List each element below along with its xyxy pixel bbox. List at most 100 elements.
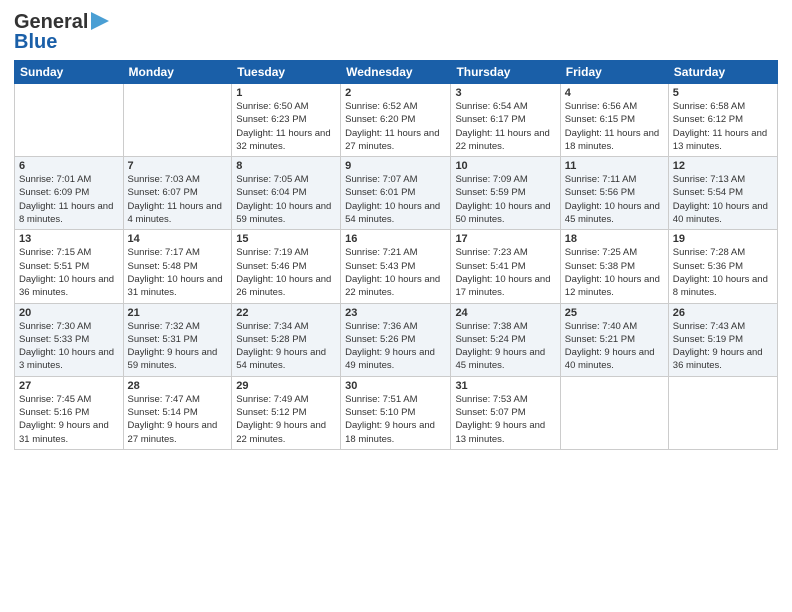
- day-info: Sunrise: 6:54 AMSunset: 6:17 PMDaylight:…: [455, 100, 555, 153]
- calendar-week-5: 27Sunrise: 7:45 AMSunset: 5:16 PMDayligh…: [15, 376, 778, 449]
- day-number: 18: [565, 233, 664, 245]
- calendar-week-1: 1Sunrise: 6:50 AMSunset: 6:23 PMDaylight…: [15, 84, 778, 157]
- calendar-cell: 25Sunrise: 7:40 AMSunset: 5:21 PMDayligh…: [560, 303, 668, 376]
- calendar-cell: [123, 84, 232, 157]
- day-info: Sunrise: 7:38 AMSunset: 5:24 PMDaylight:…: [455, 320, 555, 373]
- calendar: SundayMondayTuesdayWednesdayThursdayFrid…: [14, 60, 778, 450]
- calendar-cell: 10Sunrise: 7:09 AMSunset: 5:59 PMDayligh…: [451, 157, 560, 230]
- day-info: Sunrise: 7:34 AMSunset: 5:28 PMDaylight:…: [236, 320, 336, 373]
- logo-text: General Blue: [14, 10, 109, 54]
- day-info: Sunrise: 7:32 AMSunset: 5:31 PMDaylight:…: [128, 320, 228, 373]
- calendar-cell: 28Sunrise: 7:47 AMSunset: 5:14 PMDayligh…: [123, 376, 232, 449]
- logo: General Blue: [14, 10, 109, 54]
- day-info: Sunrise: 7:09 AMSunset: 5:59 PMDaylight:…: [455, 173, 555, 226]
- calendar-cell: 12Sunrise: 7:13 AMSunset: 5:54 PMDayligh…: [668, 157, 777, 230]
- weekday-header-monday: Monday: [123, 61, 232, 84]
- page: General Blue SundayMondayTuesdayWednesda…: [0, 0, 792, 612]
- day-info: Sunrise: 7:51 AMSunset: 5:10 PMDaylight:…: [345, 393, 446, 446]
- day-info: Sunrise: 7:45 AMSunset: 5:16 PMDaylight:…: [19, 393, 119, 446]
- calendar-cell: 18Sunrise: 7:25 AMSunset: 5:38 PMDayligh…: [560, 230, 668, 303]
- day-info: Sunrise: 7:05 AMSunset: 6:04 PMDaylight:…: [236, 173, 336, 226]
- day-info: Sunrise: 7:19 AMSunset: 5:46 PMDaylight:…: [236, 246, 336, 299]
- calendar-cell: 26Sunrise: 7:43 AMSunset: 5:19 PMDayligh…: [668, 303, 777, 376]
- day-info: Sunrise: 7:40 AMSunset: 5:21 PMDaylight:…: [565, 320, 664, 373]
- calendar-cell: 3Sunrise: 6:54 AMSunset: 6:17 PMDaylight…: [451, 84, 560, 157]
- day-info: Sunrise: 6:52 AMSunset: 6:20 PMDaylight:…: [345, 100, 446, 153]
- day-number: 11: [565, 160, 664, 172]
- day-info: Sunrise: 7:01 AMSunset: 6:09 PMDaylight:…: [19, 173, 119, 226]
- calendar-cell: 23Sunrise: 7:36 AMSunset: 5:26 PMDayligh…: [341, 303, 451, 376]
- day-info: Sunrise: 7:53 AMSunset: 5:07 PMDaylight:…: [455, 393, 555, 446]
- day-info: Sunrise: 7:49 AMSunset: 5:12 PMDaylight:…: [236, 393, 336, 446]
- day-info: Sunrise: 7:30 AMSunset: 5:33 PMDaylight:…: [19, 320, 119, 373]
- calendar-cell: 19Sunrise: 7:28 AMSunset: 5:36 PMDayligh…: [668, 230, 777, 303]
- header: General Blue: [14, 10, 778, 54]
- day-info: Sunrise: 7:21 AMSunset: 5:43 PMDaylight:…: [345, 246, 446, 299]
- calendar-cell: 29Sunrise: 7:49 AMSunset: 5:12 PMDayligh…: [232, 376, 341, 449]
- day-number: 3: [455, 87, 555, 99]
- calendar-cell: 24Sunrise: 7:38 AMSunset: 5:24 PMDayligh…: [451, 303, 560, 376]
- day-number: 8: [236, 160, 336, 172]
- day-number: 26: [673, 307, 773, 319]
- calendar-cell: 5Sunrise: 6:58 AMSunset: 6:12 PMDaylight…: [668, 84, 777, 157]
- day-info: Sunrise: 7:17 AMSunset: 5:48 PMDaylight:…: [128, 246, 228, 299]
- day-info: Sunrise: 6:50 AMSunset: 6:23 PMDaylight:…: [236, 100, 336, 153]
- day-number: 16: [345, 233, 446, 245]
- calendar-cell: [15, 84, 124, 157]
- day-number: 10: [455, 160, 555, 172]
- day-number: 30: [345, 380, 446, 392]
- day-number: 12: [673, 160, 773, 172]
- day-info: Sunrise: 7:47 AMSunset: 5:14 PMDaylight:…: [128, 393, 228, 446]
- calendar-week-2: 6Sunrise: 7:01 AMSunset: 6:09 PMDaylight…: [15, 157, 778, 230]
- day-info: Sunrise: 7:07 AMSunset: 6:01 PMDaylight:…: [345, 173, 446, 226]
- calendar-cell: 20Sunrise: 7:30 AMSunset: 5:33 PMDayligh…: [15, 303, 124, 376]
- day-number: 13: [19, 233, 119, 245]
- day-number: 27: [19, 380, 119, 392]
- day-number: 15: [236, 233, 336, 245]
- day-number: 28: [128, 380, 228, 392]
- calendar-cell: 8Sunrise: 7:05 AMSunset: 6:04 PMDaylight…: [232, 157, 341, 230]
- day-info: Sunrise: 7:13 AMSunset: 5:54 PMDaylight:…: [673, 173, 773, 226]
- day-number: 4: [565, 87, 664, 99]
- calendar-cell: 27Sunrise: 7:45 AMSunset: 5:16 PMDayligh…: [15, 376, 124, 449]
- calendar-cell: 14Sunrise: 7:17 AMSunset: 5:48 PMDayligh…: [123, 230, 232, 303]
- weekday-header-row: SundayMondayTuesdayWednesdayThursdayFrid…: [15, 61, 778, 84]
- weekday-header-sunday: Sunday: [15, 61, 124, 84]
- logo-arrow-icon: [91, 12, 109, 30]
- day-info: Sunrise: 7:36 AMSunset: 5:26 PMDaylight:…: [345, 320, 446, 373]
- calendar-cell: 13Sunrise: 7:15 AMSunset: 5:51 PMDayligh…: [15, 230, 124, 303]
- day-number: 14: [128, 233, 228, 245]
- calendar-week-4: 20Sunrise: 7:30 AMSunset: 5:33 PMDayligh…: [15, 303, 778, 376]
- day-number: 17: [455, 233, 555, 245]
- calendar-cell: 30Sunrise: 7:51 AMSunset: 5:10 PMDayligh…: [341, 376, 451, 449]
- day-number: 9: [345, 160, 446, 172]
- day-number: 2: [345, 87, 446, 99]
- calendar-cell: 1Sunrise: 6:50 AMSunset: 6:23 PMDaylight…: [232, 84, 341, 157]
- calendar-cell: 4Sunrise: 6:56 AMSunset: 6:15 PMDaylight…: [560, 84, 668, 157]
- calendar-cell: [560, 376, 668, 449]
- day-number: 19: [673, 233, 773, 245]
- day-info: Sunrise: 7:43 AMSunset: 5:19 PMDaylight:…: [673, 320, 773, 373]
- calendar-cell: 6Sunrise: 7:01 AMSunset: 6:09 PMDaylight…: [15, 157, 124, 230]
- day-info: Sunrise: 7:25 AMSunset: 5:38 PMDaylight:…: [565, 246, 664, 299]
- day-number: 6: [19, 160, 119, 172]
- weekday-header-wednesday: Wednesday: [341, 61, 451, 84]
- day-info: Sunrise: 7:03 AMSunset: 6:07 PMDaylight:…: [128, 173, 228, 226]
- calendar-cell: 22Sunrise: 7:34 AMSunset: 5:28 PMDayligh…: [232, 303, 341, 376]
- day-info: Sunrise: 7:23 AMSunset: 5:41 PMDaylight:…: [455, 246, 555, 299]
- day-number: 7: [128, 160, 228, 172]
- calendar-cell: 9Sunrise: 7:07 AMSunset: 6:01 PMDaylight…: [341, 157, 451, 230]
- calendar-week-3: 13Sunrise: 7:15 AMSunset: 5:51 PMDayligh…: [15, 230, 778, 303]
- weekday-header-tuesday: Tuesday: [232, 61, 341, 84]
- calendar-cell: 11Sunrise: 7:11 AMSunset: 5:56 PMDayligh…: [560, 157, 668, 230]
- calendar-cell: [668, 376, 777, 449]
- calendar-cell: 31Sunrise: 7:53 AMSunset: 5:07 PMDayligh…: [451, 376, 560, 449]
- day-number: 31: [455, 380, 555, 392]
- weekday-header-saturday: Saturday: [668, 61, 777, 84]
- calendar-cell: 21Sunrise: 7:32 AMSunset: 5:31 PMDayligh…: [123, 303, 232, 376]
- weekday-header-friday: Friday: [560, 61, 668, 84]
- calendar-cell: 7Sunrise: 7:03 AMSunset: 6:07 PMDaylight…: [123, 157, 232, 230]
- day-info: Sunrise: 6:56 AMSunset: 6:15 PMDaylight:…: [565, 100, 664, 153]
- calendar-cell: 16Sunrise: 7:21 AMSunset: 5:43 PMDayligh…: [341, 230, 451, 303]
- weekday-header-thursday: Thursday: [451, 61, 560, 84]
